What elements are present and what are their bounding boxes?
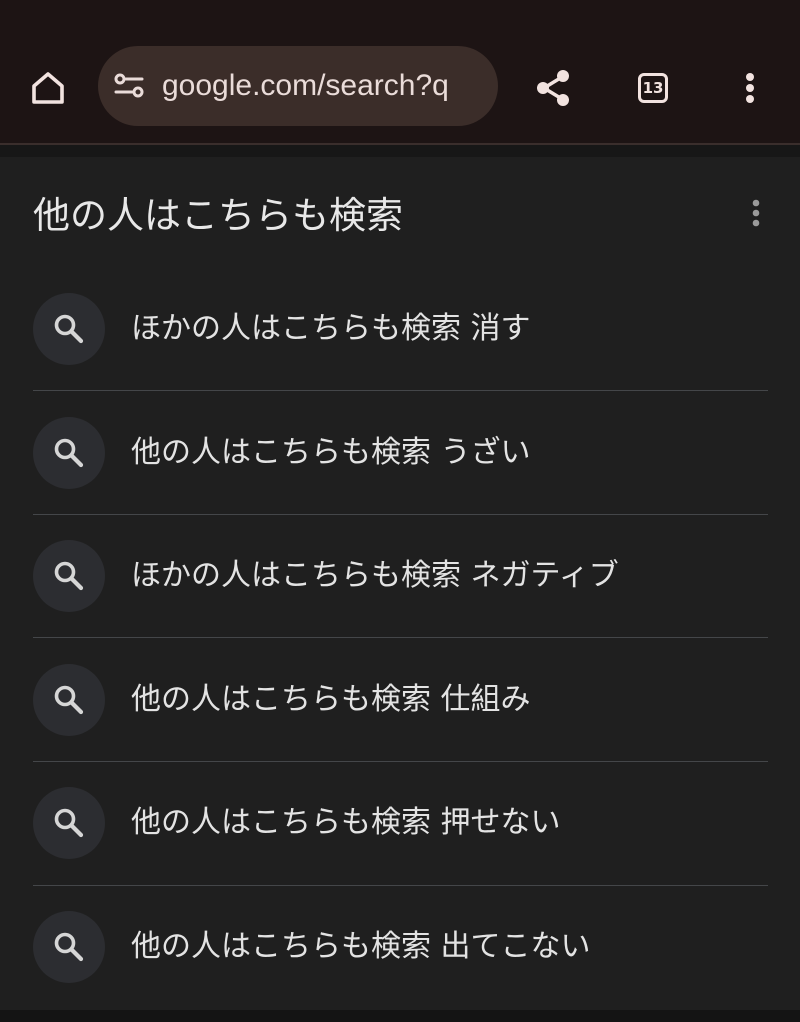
browser-toolbar: google.com/search?q 13: [0, 0, 800, 143]
suggestion-item[interactable]: ほかの人はこちらも検索 消す: [33, 268, 768, 391]
more-vert-icon: [746, 73, 754, 103]
suggestion-label: 他の人はこちらも検索 出てこない: [131, 929, 591, 964]
search-icon: [54, 438, 84, 468]
search-icon: [54, 808, 84, 838]
section-menu-button[interactable]: [738, 193, 774, 233]
tab-switcher-icon: 13: [638, 73, 668, 103]
suggestion-label: 他の人はこちらも検索 うざい: [131, 435, 531, 470]
search-icon: [54, 561, 84, 591]
search-icon-circle: [33, 293, 105, 365]
search-icon: [54, 685, 84, 715]
search-icon-circle: [33, 417, 105, 489]
suggestion-item[interactable]: 他の人はこちらも検索 仕組み: [33, 638, 768, 761]
omnibox[interactable]: google.com/search?q: [98, 46, 498, 126]
home-icon: [32, 72, 64, 104]
url-text[interactable]: google.com/search?q: [162, 68, 449, 104]
suggestion-item[interactable]: 他の人はこちらも検索 出てこない: [33, 886, 768, 1009]
search-icon-circle: [33, 540, 105, 612]
search-icon-circle: [33, 787, 105, 859]
tune-icon[interactable]: [112, 70, 146, 102]
suggestion-label: ほかの人はこちらも検索 ネガティブ: [131, 558, 619, 593]
search-icon-circle: [33, 664, 105, 736]
tab-switcher-button[interactable]: 13: [625, 60, 681, 116]
suggestion-label: 他の人はこちらも検索 仕組み: [131, 682, 531, 717]
section-title: 他の人はこちらも検索: [33, 194, 403, 237]
suggestion-item[interactable]: 他の人はこちらも検索 うざい: [33, 391, 768, 514]
browser-menu-button[interactable]: [722, 60, 778, 116]
page-gap: [0, 145, 800, 157]
search-icon-circle: [33, 911, 105, 983]
search-icon: [54, 314, 84, 344]
home-button[interactable]: [20, 60, 76, 116]
more-vert-icon: [752, 199, 760, 227]
bottom-strip: [0, 1010, 800, 1022]
suggestion-item[interactable]: ほかの人はこちらも検索 ネガティブ: [33, 515, 768, 638]
share-button[interactable]: [525, 60, 581, 116]
suggestion-label: ほかの人はこちらも検索 消す: [131, 311, 531, 346]
suggestion-item[interactable]: 他の人はこちらも検索 押せない: [33, 762, 768, 885]
tab-count: 13: [642, 79, 664, 97]
search-icon: [54, 932, 84, 962]
share-icon: [537, 70, 569, 106]
suggestion-label: 他の人はこちらも検索 押せない: [131, 805, 561, 840]
